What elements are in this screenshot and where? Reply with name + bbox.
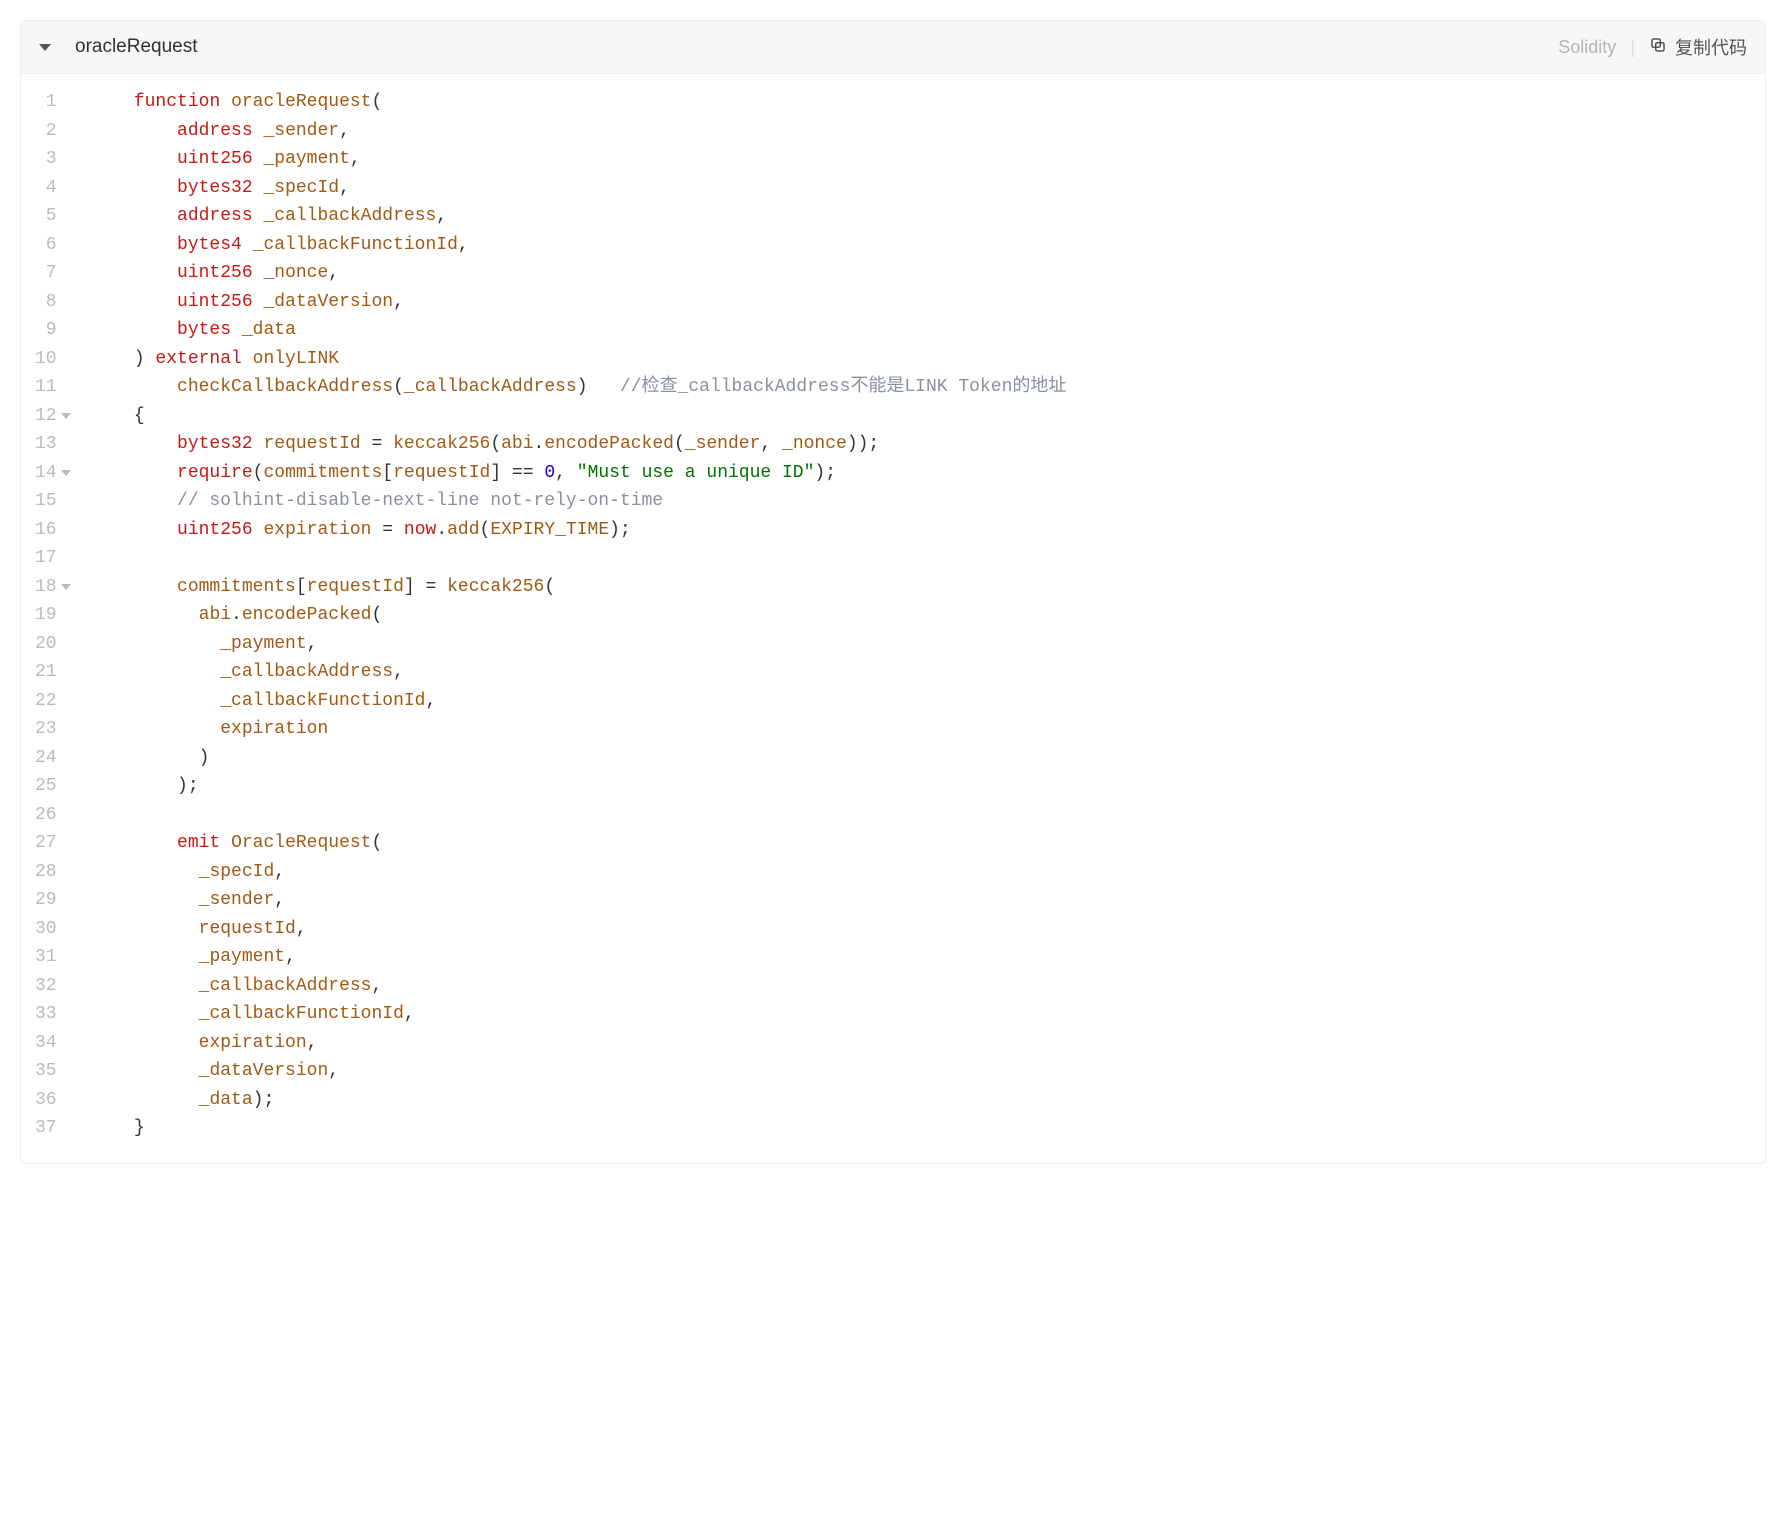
line-number: 28: [35, 858, 57, 887]
line-number: 32: [35, 972, 57, 1001]
code-line: uint256 expiration = now.add(EXPIRY_TIME…: [91, 516, 1067, 545]
code-line: ): [91, 744, 1067, 773]
code-line: _callbackFunctionId,: [91, 687, 1067, 716]
line-number: 25: [35, 772, 57, 801]
code-line: _callbackAddress,: [91, 972, 1067, 1001]
line-number: 18: [35, 573, 57, 602]
line-number: 35: [35, 1057, 57, 1086]
line-number: 1: [35, 88, 57, 117]
code-line: _payment,: [91, 630, 1067, 659]
code-line: checkCallbackAddress(_callbackAddress) /…: [91, 373, 1067, 402]
fold-icon[interactable]: [61, 413, 71, 419]
code-line: requestId,: [91, 915, 1067, 944]
fold-icon[interactable]: [61, 584, 71, 590]
line-number: 2: [35, 117, 57, 146]
code-line: address _sender,: [91, 117, 1067, 146]
line-number: 12: [35, 402, 57, 431]
line-number: 14: [35, 459, 57, 488]
line-number: 24: [35, 744, 57, 773]
copy-label: 复制代码: [1675, 34, 1747, 60]
code-line: emit OracleRequest(: [91, 829, 1067, 858]
code-line: commitments[requestId] = keccak256(: [91, 573, 1067, 602]
line-number: 11: [35, 373, 57, 402]
line-number: 13: [35, 430, 57, 459]
code-line: bytes32 _specId,: [91, 174, 1067, 203]
code-line: _payment,: [91, 943, 1067, 972]
code-line: _callbackAddress,: [91, 658, 1067, 687]
line-number: 22: [35, 687, 57, 716]
code-body: 1234567891011121314151617181920212223242…: [21, 74, 1765, 1163]
line-number: 7: [35, 259, 57, 288]
line-number: 15: [35, 487, 57, 516]
code-line: address _callbackAddress,: [91, 202, 1067, 231]
code-line: );: [91, 772, 1067, 801]
code-line: require(commitments[requestId] == 0, "Mu…: [91, 459, 1067, 488]
line-number: 34: [35, 1029, 57, 1058]
line-number: 8: [35, 288, 57, 317]
code-line: _sender,: [91, 886, 1067, 915]
line-number: 10: [35, 345, 57, 374]
copy-icon: [1649, 36, 1667, 59]
code-line: // solhint-disable-next-line not-rely-on…: [91, 487, 1067, 516]
line-number: 9: [35, 316, 57, 345]
line-number: 4: [35, 174, 57, 203]
line-number: 27: [35, 829, 57, 858]
language-label: Solidity: [1558, 37, 1616, 58]
code-line: expiration,: [91, 1029, 1067, 1058]
line-number: 23: [35, 715, 57, 744]
line-number: 16: [35, 516, 57, 545]
code-line: bytes4 _callbackFunctionId,: [91, 231, 1067, 260]
code-line: bytes _data: [91, 316, 1067, 345]
line-number: 30: [35, 915, 57, 944]
line-number: 21: [35, 658, 57, 687]
code-line: expiration: [91, 715, 1067, 744]
code-line: ) external onlyLINK: [91, 345, 1067, 374]
header-divider: |: [1630, 37, 1635, 58]
code-line: [91, 544, 1067, 573]
code-line: [91, 801, 1067, 830]
code-line: _dataVersion,: [91, 1057, 1067, 1086]
code-line: function oracleRequest(: [91, 88, 1067, 117]
line-number: 36: [35, 1086, 57, 1115]
line-number: 3: [35, 145, 57, 174]
line-number: 5: [35, 202, 57, 231]
code-line: }: [91, 1114, 1067, 1143]
code-line: _data);: [91, 1086, 1067, 1115]
line-number: 26: [35, 801, 57, 830]
collapse-icon[interactable]: [39, 44, 51, 51]
line-number: 31: [35, 943, 57, 972]
code-line: bytes32 requestId = keccak256(abi.encode…: [91, 430, 1067, 459]
line-number: 20: [35, 630, 57, 659]
code-line: uint256 _payment,: [91, 145, 1067, 174]
code-line: _specId,: [91, 858, 1067, 887]
line-number: 19: [35, 601, 57, 630]
fold-icon[interactable]: [61, 470, 71, 476]
line-number: 29: [35, 886, 57, 915]
code-line: uint256 _dataVersion,: [91, 288, 1067, 317]
code-line: {: [91, 402, 1067, 431]
code-panel: oracleRequest Solidity | 复制代码 1234567891…: [20, 20, 1766, 1164]
line-number: 6: [35, 231, 57, 260]
code-content[interactable]: function oracleRequest( address _sender,…: [67, 88, 1085, 1143]
code-line: uint256 _nonce,: [91, 259, 1067, 288]
code-line: _callbackFunctionId,: [91, 1000, 1067, 1029]
code-header: oracleRequest Solidity | 复制代码: [21, 21, 1765, 74]
line-number: 37: [35, 1114, 57, 1143]
line-number-gutter: 1234567891011121314151617181920212223242…: [21, 88, 67, 1143]
line-number: 33: [35, 1000, 57, 1029]
code-line: abi.encodePacked(: [91, 601, 1067, 630]
line-number: 17: [35, 544, 57, 573]
file-name: oracleRequest: [75, 36, 198, 58]
copy-code-button[interactable]: 复制代码: [1649, 34, 1747, 60]
